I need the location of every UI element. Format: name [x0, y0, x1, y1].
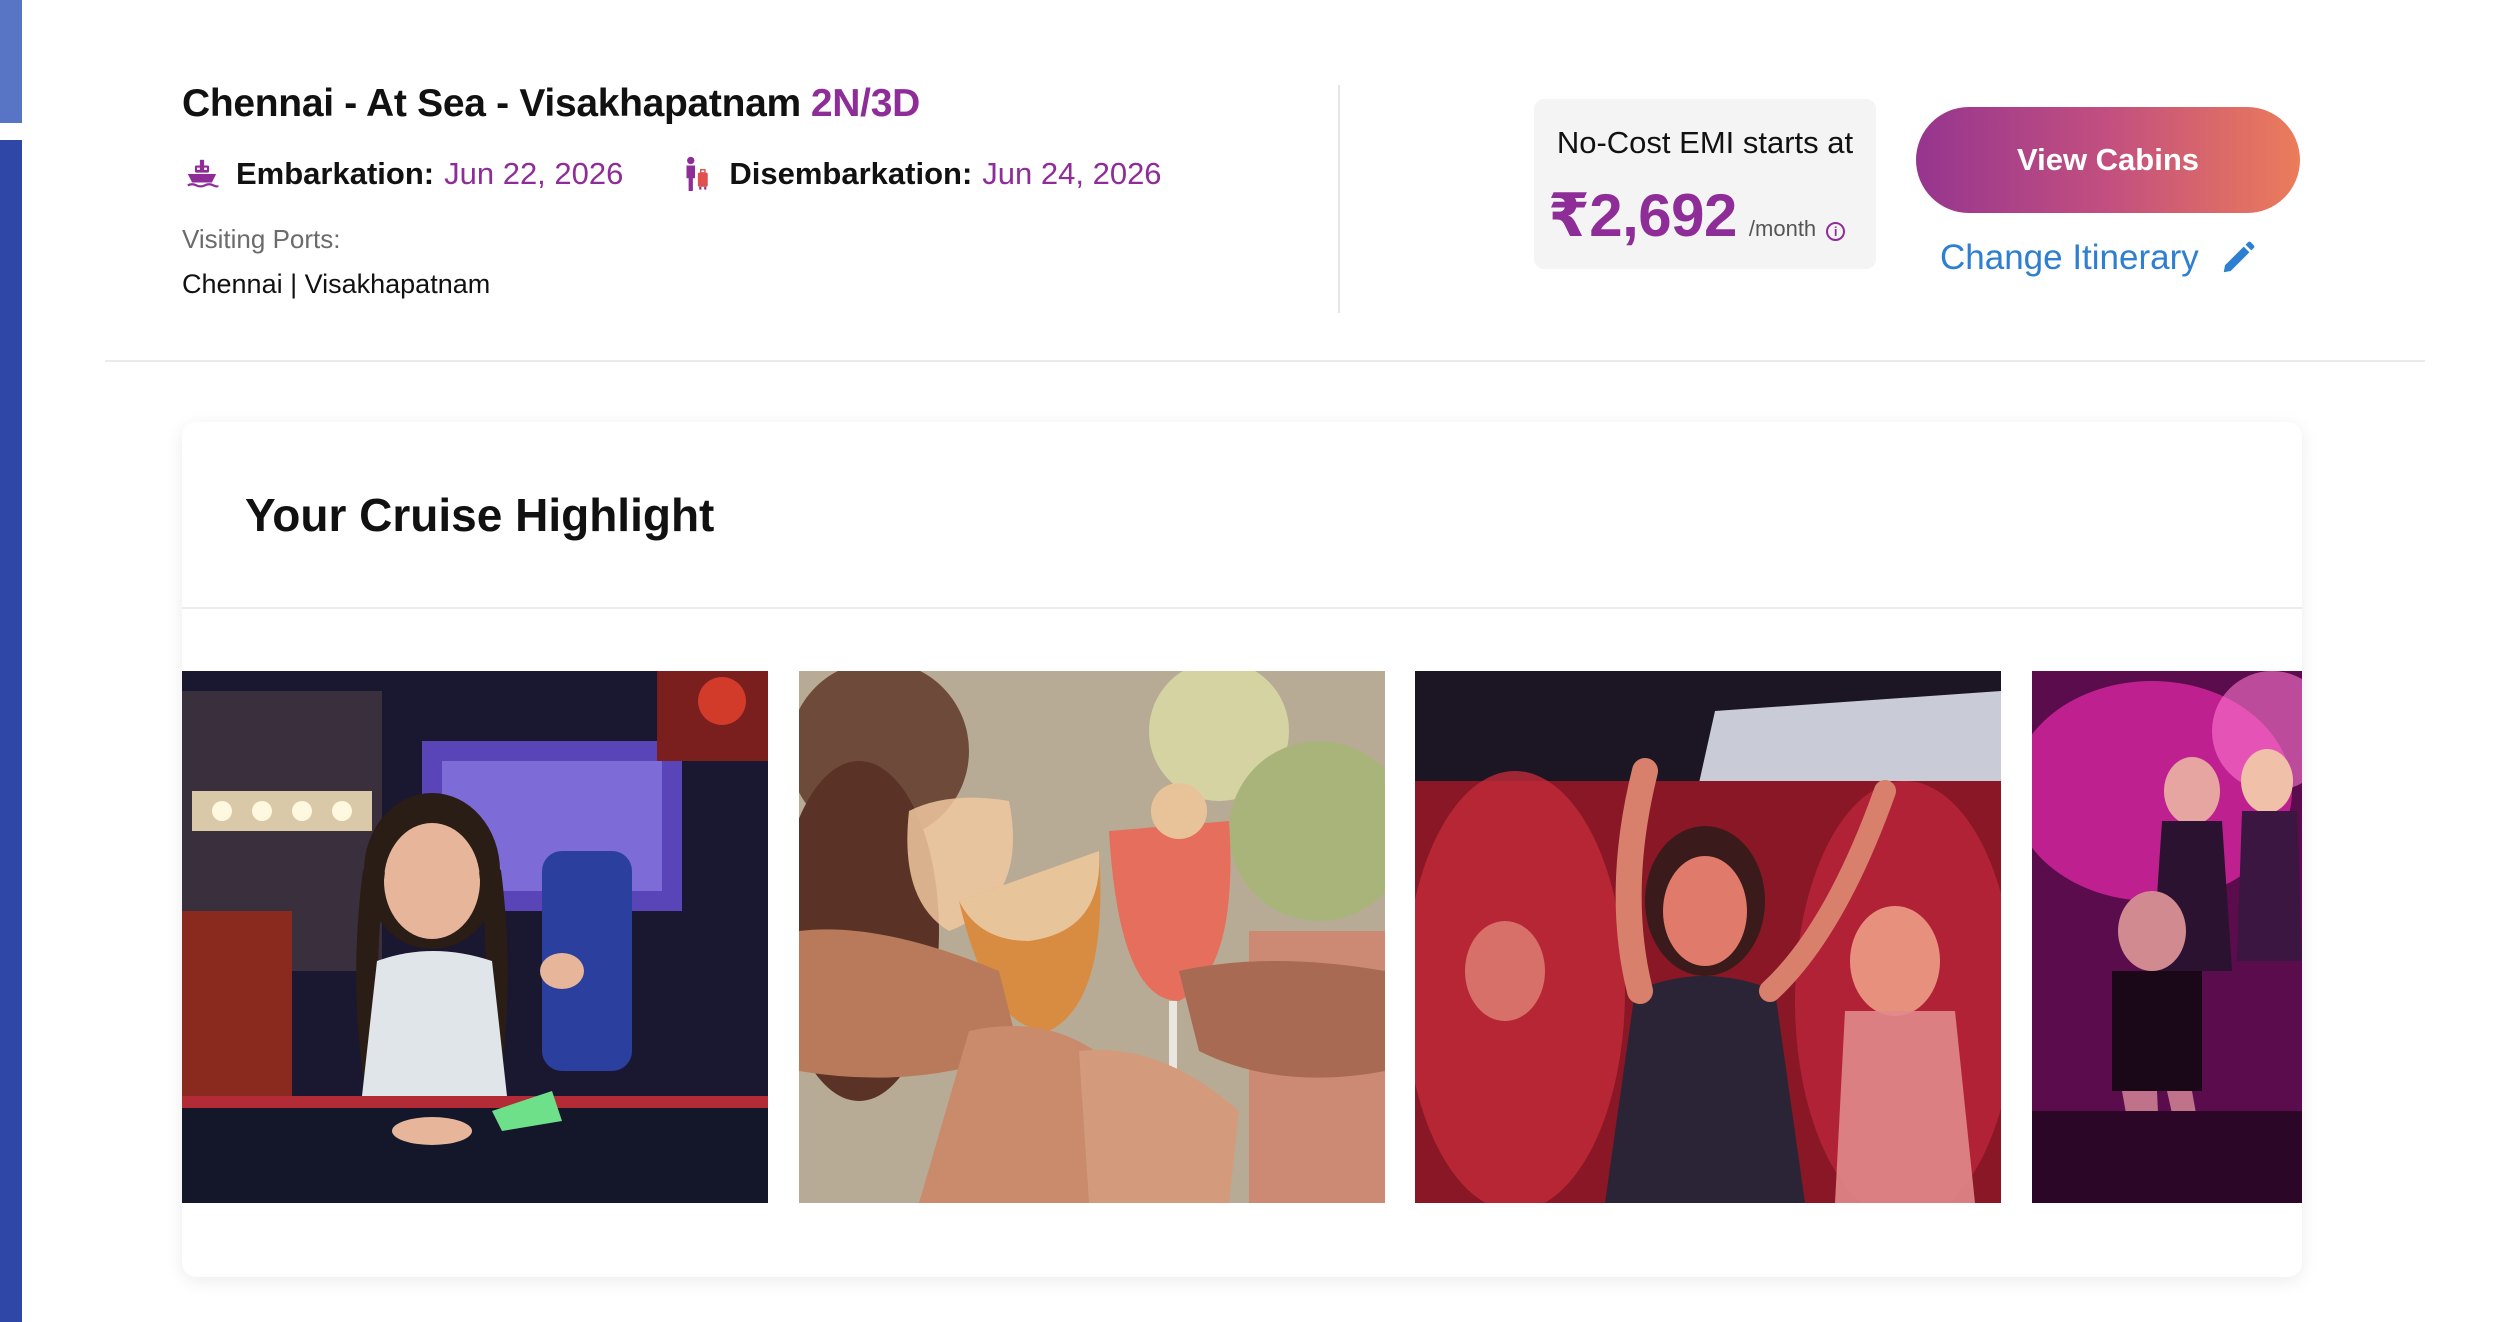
card-divider	[182, 607, 2302, 609]
cruise-highlight-title: Your Cruise Highlight	[245, 489, 715, 541]
emi-box: No-Cost EMI starts at ₹2,692 /month i	[1534, 99, 1876, 269]
emi-label: No-Cost EMI starts at	[1556, 125, 1854, 160]
view-cabins-button[interactable]: View Cabins	[1916, 107, 2300, 213]
embarkation: Embarkation: Jun 22, 2026	[182, 154, 623, 194]
route-title: Chennai - At Sea - Visakhapatnam 2N/3D	[182, 82, 1332, 126]
visiting-ports-label: Visiting Ports:	[182, 224, 341, 254]
highlight-image-party[interactable]	[1415, 671, 2001, 1203]
highlight-image-arcade[interactable]	[182, 671, 768, 1203]
left-rail-accent	[0, 140, 22, 1322]
visiting-ports: Chennai | Visakhapatnam	[182, 269, 491, 299]
section-divider	[105, 360, 2425, 362]
emi-price: ₹2,692	[1548, 182, 1737, 249]
header-divider	[1338, 85, 1340, 313]
disembarkation-label: Disembarkation:	[729, 156, 973, 191]
route-name: Chennai - At Sea - Visakhapatnam	[182, 82, 801, 125]
disembarkation-date: Jun 24, 2026	[982, 156, 1162, 191]
ship-icon	[182, 154, 222, 194]
highlight-image-stage[interactable]	[2032, 671, 2302, 1203]
emi-price-row: ₹2,692 /month i	[1548, 181, 1862, 251]
embarkation-date: Jun 22, 2026	[444, 156, 624, 191]
change-itinerary-link[interactable]: Change Itinerary	[1940, 238, 2257, 278]
embarkation-label: Embarkation:	[236, 156, 435, 191]
pencil-icon	[2219, 239, 2257, 277]
info-icon[interactable]: i	[1826, 222, 1846, 241]
itinerary-summary: Chennai - At Sea - Visakhapatnam 2N/3D Em…	[182, 82, 1332, 300]
traveler-luggage-icon	[675, 154, 715, 194]
disembarkation: Disembarkation: Jun 24, 2026	[675, 154, 1162, 194]
emi-per-month: /month	[1748, 216, 1817, 241]
change-itinerary-label: Change Itinerary	[1940, 238, 2199, 277]
cruise-highlight-card: Your Cruise Highlight	[182, 422, 2302, 1277]
trip-duration: 2N/3D	[810, 82, 920, 125]
left-rail-accent-top	[0, 0, 22, 123]
highlight-gallery[interactable]	[182, 671, 2302, 1203]
highlight-image-cocktails[interactable]	[799, 671, 1385, 1203]
dates-row: Embarkation: Jun 22, 2026 Disembarkation…	[182, 154, 1332, 194]
